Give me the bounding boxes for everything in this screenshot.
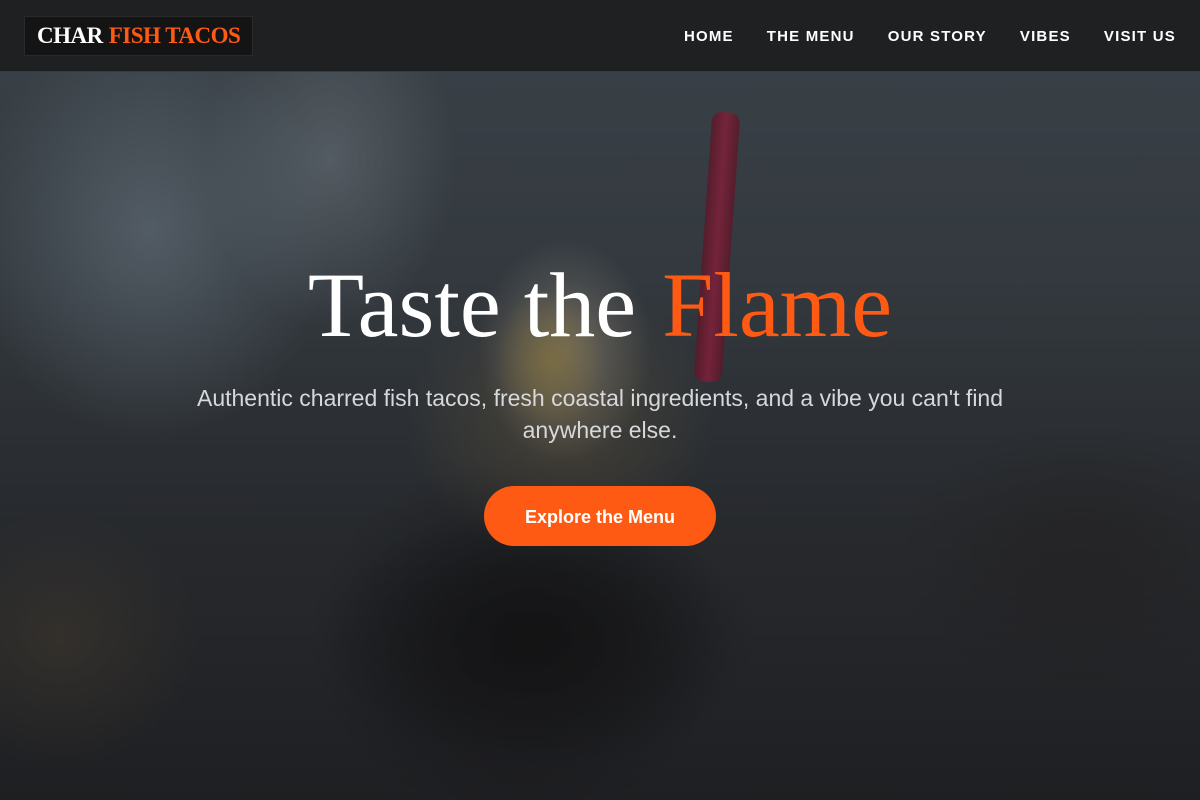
nav-link-menu[interactable]: THE MENU bbox=[767, 28, 855, 45]
hero-title-main: Taste the bbox=[307, 254, 637, 356]
brand-name-accent: FISH TACOS bbox=[108, 23, 241, 48]
navbar: CHAR FISH TACOS HOME THE MENU OUR STORY … bbox=[0, 0, 1200, 72]
hero-title-accent: Flame bbox=[662, 254, 893, 356]
brand-logo[interactable]: CHAR FISH TACOS bbox=[24, 16, 254, 56]
hero-section: Taste the Flame Authentic charred fish ta… bbox=[0, 250, 1200, 546]
nav-link-visit-us[interactable]: VISIT US bbox=[1104, 28, 1176, 45]
nav-link-home[interactable]: HOME bbox=[684, 28, 734, 45]
brand-name-primary: CHAR bbox=[37, 23, 103, 48]
nav-link-vibes[interactable]: VIBES bbox=[1020, 28, 1071, 45]
explore-menu-button[interactable]: Explore the Menu bbox=[484, 486, 716, 546]
hero-subtitle: Authentic charred fish tacos, fresh coas… bbox=[196, 385, 1004, 443]
hero-title: Taste the Flame bbox=[0, 250, 1200, 360]
page: CHAR FISH TACOS HOME THE MENU OUR STORY … bbox=[0, 0, 1200, 800]
main-nav: HOME THE MENU OUR STORY VIBES VISIT US bbox=[684, 0, 1176, 72]
nav-link-our-story[interactable]: OUR STORY bbox=[888, 28, 987, 45]
